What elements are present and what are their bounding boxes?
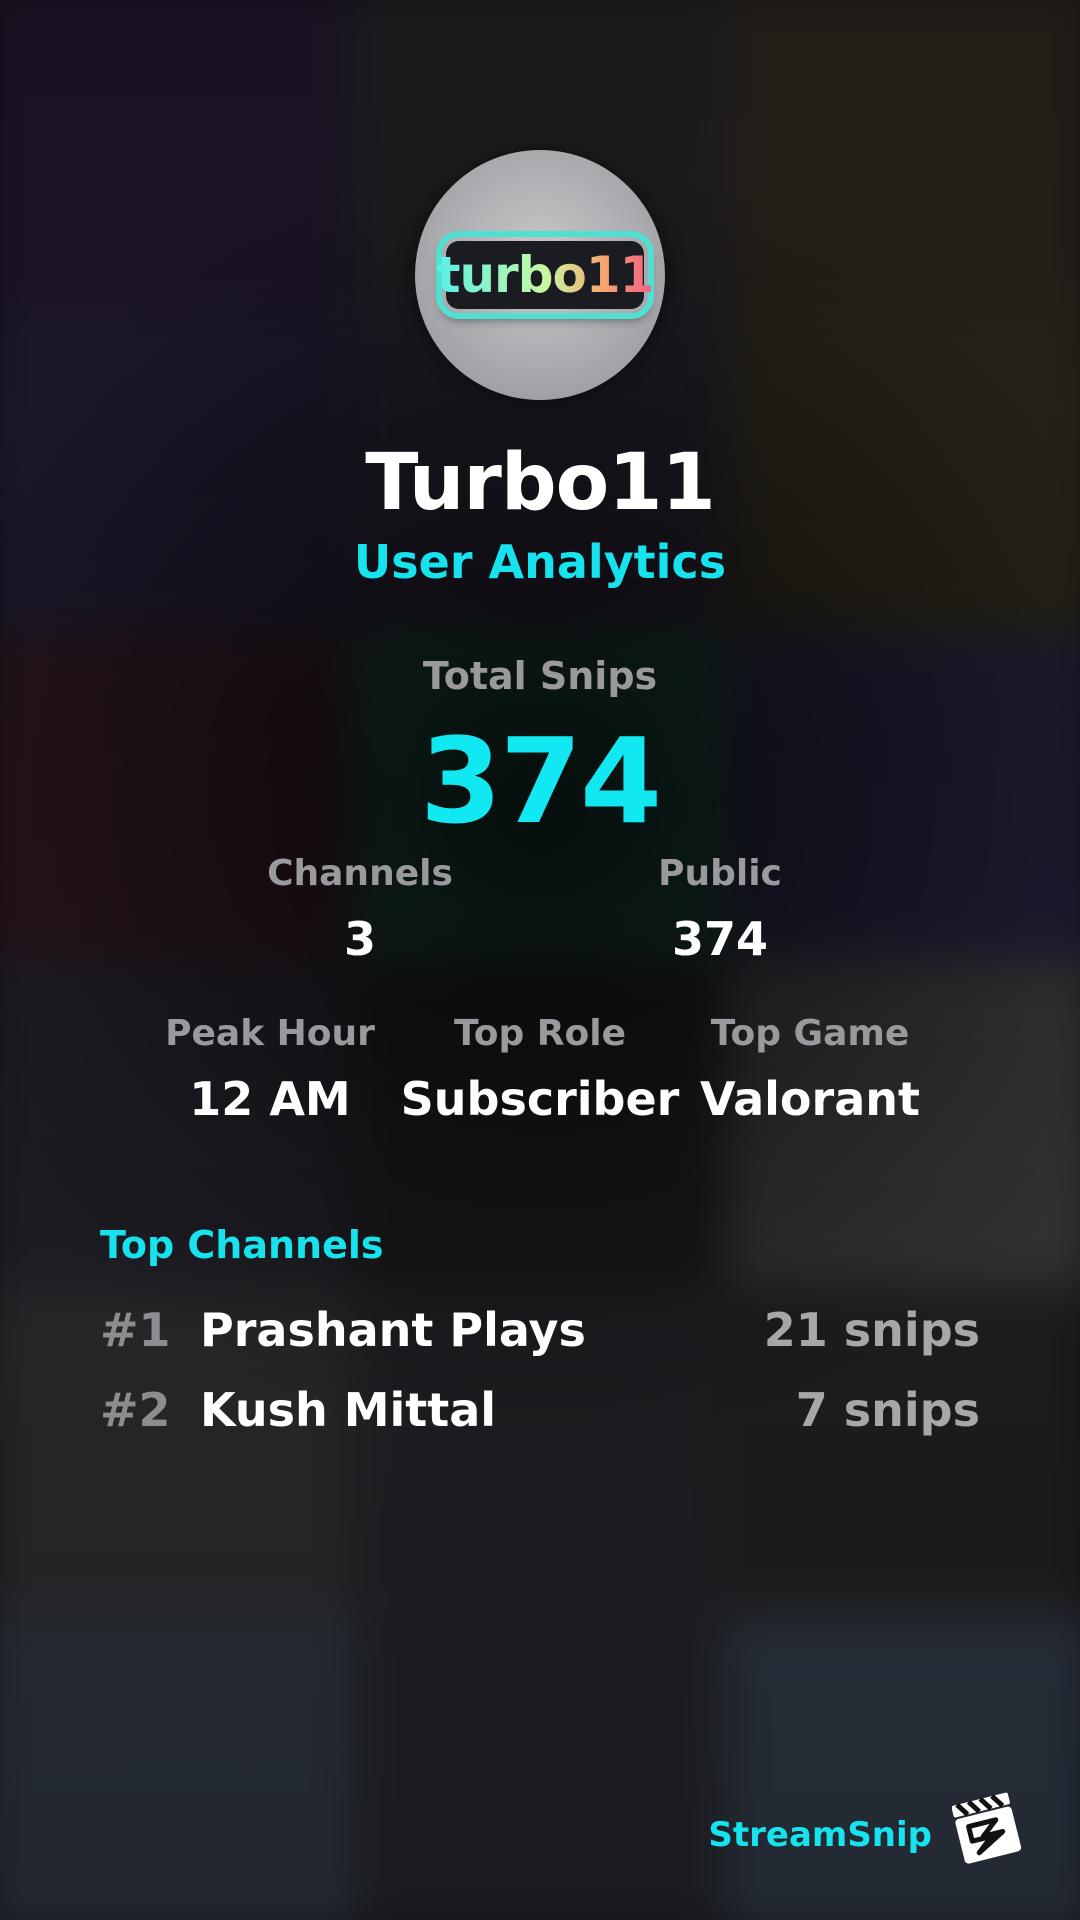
stat-label: Top Role [453,1013,627,1054]
channel-snip-count: 7 snips [795,1383,980,1437]
stat-top-role: Top Role Subscriber [400,1013,680,1126]
channel-snip-count: 21 snips [763,1303,980,1357]
stat-value: 12 AM [189,1072,351,1126]
stat-channels: Channels 3 [250,853,470,966]
brand-name: StreamSnip [708,1815,932,1855]
stat-label: Public [658,853,782,894]
clapperboard-icon [952,1792,1022,1864]
stat-value: 3 [343,912,376,966]
avatar: turbo11 [415,150,665,400]
stat-label: Channels [267,853,453,894]
stat-top-game: Top Game Valorant [680,1013,940,1126]
channel-row[interactable]: #1 Prashant Plays 21 snips [100,1303,980,1363]
stat-label: Top Game [710,1013,910,1054]
channel-rank: #2 [100,1383,171,1437]
total-snips-label: Total Snips [422,654,658,698]
logo-text: turbo11 [436,246,655,304]
channel-name: Kush Mittal [200,1383,497,1437]
stat-value: Valorant [700,1072,920,1126]
channel-name: Prashant Plays [200,1303,586,1357]
username-heading: Turbo11 [365,438,716,528]
stat-label: Peak Hour [165,1013,375,1054]
stat-public: Public 374 [610,853,830,966]
profile-logo: turbo11 [437,236,654,314]
stat-peak-hour: Peak Hour 12 AM [140,1013,400,1126]
channel-rank: #1 [100,1303,171,1357]
channel-row[interactable]: #2 Kush Mittal 7 snips [100,1383,980,1443]
stat-value: Subscriber [400,1072,680,1126]
page-subtitle: User Analytics [353,535,727,589]
top-channels-title: Top Channels [100,1223,384,1267]
stat-value: 374 [671,912,769,966]
total-snips-value: 374 [419,712,662,850]
